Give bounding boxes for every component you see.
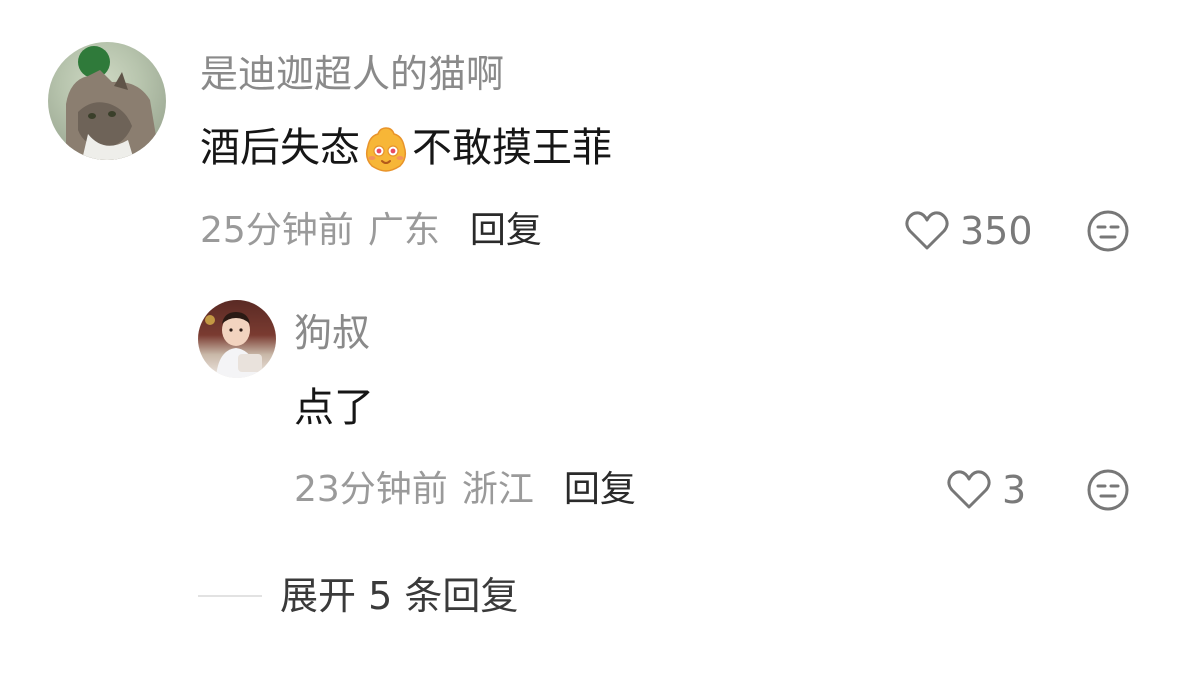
reply-content: 点了 (294, 384, 374, 432)
child-avatar-icon (205, 312, 262, 378)
comment-text-part2: 不敢摸王菲 (412, 125, 612, 171)
avatar-cat[interactable] (48, 42, 166, 160)
reply-dislike-button[interactable] (1086, 468, 1130, 512)
meh-face-icon (1087, 469, 1129, 511)
reply-text: 点了 (294, 385, 374, 431)
reply-like-count: 3 (1002, 468, 1027, 512)
comment-content: 酒后失态 不敢摸王菲 (200, 124, 612, 172)
shy-blush-emoji-icon (362, 124, 410, 172)
comment-reply-button[interactable]: 回复 (470, 209, 542, 253)
heart-icon (905, 211, 949, 250)
reply-reply-button[interactable]: 回复 (564, 468, 636, 512)
reply-time: 23分钟前 (294, 469, 448, 510)
comment-dislike-button[interactable] (1086, 209, 1130, 253)
meh-face-icon (1087, 210, 1129, 252)
comment-like-count: 350 (960, 209, 1033, 253)
comment-thread: 是迪迦超人的猫啊 酒后失态 不敢摸王菲 25分钟前 广东 回复 350 狗叔 点… (0, 0, 1200, 676)
expand-divider (198, 595, 262, 597)
expand-replies-button[interactable]: 展开 5 条回复 (198, 574, 518, 618)
comment-text-part1: 酒后失态 (200, 125, 360, 171)
comment-like-button[interactable]: 350 (904, 209, 1033, 253)
comment-location: 广东 (367, 210, 440, 251)
avatar-child[interactable] (198, 300, 276, 378)
reply-username[interactable]: 狗叔 (294, 311, 370, 355)
heart-icon (947, 470, 991, 509)
reply-location: 浙江 (461, 469, 534, 510)
comment-meta: 25分钟前 广东 回复 (200, 209, 542, 253)
reply-like-button[interactable]: 3 (946, 468, 1026, 512)
comment-time: 25分钟前 (200, 210, 354, 251)
cat-avatar-icon (66, 46, 160, 160)
expand-replies-label: 展开 5 条回复 (280, 574, 519, 618)
reply-meta: 23分钟前 浙江 回复 (294, 468, 636, 512)
comment-username[interactable]: 是迪迦超人的猫啊 (200, 52, 504, 96)
